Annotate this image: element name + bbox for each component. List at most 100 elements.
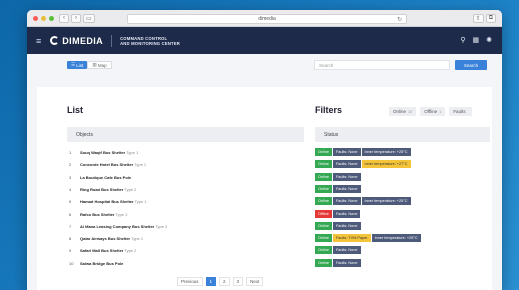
status-tags: Online Faults: TVM Paper Inner temperature… (315, 234, 421, 243)
object-name[interactable]: Hamad Hospital Bus ShelterType 1 (80, 199, 147, 204)
previous-page-button[interactable]: Previous (177, 277, 203, 286)
header-icons: ⚲ ▦ ✺ (460, 36, 492, 44)
table-row[interactable]: 3 La Boutique Cafe Bus Pole Online Faults: … (67, 172, 497, 183)
status-badge: Faults: None (332, 184, 361, 193)
row-number: 10 (69, 260, 74, 266)
logo-text: DIMEDIA (62, 35, 104, 46)
status-column-header: Status (315, 127, 490, 142)
list-view-button[interactable]: ☰ List (67, 61, 88, 69)
status-badge: Faults: TVM Paper (332, 234, 371, 243)
filter-chip-label: Online (393, 109, 407, 114)
object-name[interactable]: Souq Waqif Bus ShelterType 1 (80, 150, 138, 155)
row-number: 4 (69, 186, 72, 192)
table-row[interactable]: 2 Concorde Hotel Bus ShelterType 1 Online F… (67, 159, 497, 170)
filter-chip-faults[interactable]: Faults (449, 107, 472, 116)
list-view-label: List (76, 62, 84, 68)
next-page-button[interactable]: Next (246, 277, 264, 286)
object-type: Type 1 (134, 162, 147, 168)
object-name[interactable]: La Boutique Cafe Bus Pole (80, 175, 132, 180)
object-name-text: Souq Waqif Bus Shelter (80, 150, 126, 155)
object-name[interactable]: Ring Road Bus ShelterType 2 (80, 187, 136, 192)
table-row[interactable]: 7 Al Mana Leasing Company Bus ShelterType… (67, 221, 497, 232)
app-subtitle: COMMAND CONTROL AND MONITORING CENTER (120, 36, 180, 46)
status-badge: Online (315, 221, 332, 230)
maximize-window-button[interactable] (49, 15, 54, 21)
list-heading: List (67, 105, 84, 115)
status-badge: Faults: None (332, 197, 361, 206)
status-badge: Online (315, 234, 332, 243)
table-row[interactable]: 4 Ring Road Bus ShelterType 2 Online Faults… (67, 184, 497, 195)
status-tags: Online Faults: None Inner temperature: +25… (315, 197, 411, 206)
hamburger-menu-icon[interactable]: ≡ (36, 36, 41, 46)
map-view-button[interactable]: ▥ Map (87, 61, 112, 69)
table-row[interactable]: 5 Hamad Hospital Bus ShelterType 1 Online F… (67, 196, 497, 207)
subtitle-line-2: AND MONITORING CENTER (120, 40, 181, 46)
share-button[interactable]: ⇧ (472, 14, 484, 23)
page-1-button[interactable]: 1 (205, 277, 217, 286)
table-row[interactable]: 8 Qatar Airways Bus ShelterType 1 Online Fa… (67, 233, 497, 244)
browser-window: ‹ › ▭ dimedia ↻ ⇧ ⧉ ≡ DIMEDIA COMMAND CO… (27, 10, 502, 290)
object-type: Type 2 (124, 248, 137, 254)
reload-icon[interactable]: ↻ (397, 16, 402, 23)
search-button[interactable]: Search (455, 60, 487, 70)
table-row[interactable]: 9 Safari Mall Bus ShelterType 2 Online Faul… (67, 245, 497, 256)
row-number: 5 (69, 199, 72, 205)
status-badge: Online (315, 246, 332, 255)
filter-chips: Online 10 Offline 1 Faults (389, 107, 472, 116)
object-name-text: Al Mana Leasing Company Bus Shelter (80, 223, 155, 229)
status-tags: Online Faults: None (315, 184, 361, 193)
object-name[interactable]: Al Mana Leasing Company Bus ShelterType … (80, 224, 167, 229)
minimize-window-button[interactable] (41, 15, 46, 21)
address-bar[interactable]: dimedia ↻ (127, 14, 407, 24)
object-name-text: Safari Mall Bus Shelter (80, 248, 124, 254)
row-number: 8 (69, 236, 72, 242)
row-number: 2 (69, 162, 72, 168)
object-type: Type 1 (126, 150, 139, 155)
table-row[interactable]: 1 Souq Waqif Bus ShelterType 1 Online Fault… (67, 147, 497, 158)
settings-gear-icon[interactable]: ✺ (486, 36, 492, 44)
object-name-text: Ring Road Bus Shelter (80, 186, 124, 192)
object-type: Type 2 (124, 186, 137, 192)
search-icon[interactable]: ⚲ (460, 36, 465, 44)
status-badge: Faults: None (332, 221, 361, 230)
page-3-button[interactable]: 3 (232, 277, 244, 286)
object-name-text: Qatar Airways Bus Shelter (80, 236, 131, 242)
status-badge: Offline (315, 209, 332, 218)
status-badge: Inner temperature: +27°C (361, 160, 411, 169)
browser-actions: ⇧ ⧉ (471, 14, 496, 23)
object-name[interactable]: Qatar Airways Bus ShelterType 1 (80, 236, 143, 241)
object-name[interactable]: Rafco Bus ShelterType 2 (80, 212, 127, 217)
object-name[interactable]: Salwa Bridge Bus Pole (80, 261, 124, 266)
sidebar-toggle-button[interactable]: ▭ (83, 13, 95, 23)
map-view-label: Map (97, 62, 107, 68)
object-type: Type 2 (115, 211, 128, 217)
status-badge: Inner temperature: +25°C (361, 148, 411, 156)
objects-column-header: Objects (67, 127, 304, 142)
status-badge: Faults: None (332, 209, 361, 218)
status-badge: Faults: None (332, 148, 361, 156)
close-window-button[interactable] (33, 15, 38, 21)
filter-chip-online[interactable]: Online 10 (389, 107, 417, 116)
row-number: 9 (69, 248, 72, 254)
back-button[interactable]: ‹ (59, 13, 69, 23)
filter-chip-offline[interactable]: Offline 1 (420, 107, 446, 116)
search-input[interactable]: Search (314, 60, 450, 70)
page-2-button[interactable]: 2 (219, 277, 230, 286)
tabs-button[interactable]: ⧉ (485, 14, 496, 23)
logo[interactable]: DIMEDIA (50, 36, 103, 46)
forward-button[interactable]: › (71, 13, 81, 23)
table-row[interactable]: 10 Salwa Bridge Bus Pole Online Faults: Non… (67, 258, 497, 269)
status-badge: Inner temperature: +25°C (371, 234, 421, 243)
status-tags: Online Faults: None (315, 246, 361, 255)
filter-chip-count: 1 (439, 109, 442, 114)
object-name[interactable]: Safari Mall Bus ShelterType 2 (80, 248, 136, 253)
object-name[interactable]: Concorde Hotel Bus ShelterType 1 (80, 162, 146, 167)
grid-icon[interactable]: ▦ (473, 36, 480, 44)
table-row[interactable]: 6 Rafco Bus ShelterType 2 Offline Faults: N… (67, 209, 497, 220)
main-panel: List Filters Online 10 Offline 1 Faults … (37, 87, 492, 290)
status-badge: Inner temperature: +25°C (361, 197, 411, 206)
status-badge: Faults: None (332, 246, 361, 255)
status-badge: Faults: None (332, 258, 361, 267)
filter-chip-count: 10 (408, 109, 413, 114)
app-header: ≡ DIMEDIA COMMAND CONTROL AND MONITORING… (27, 27, 502, 54)
